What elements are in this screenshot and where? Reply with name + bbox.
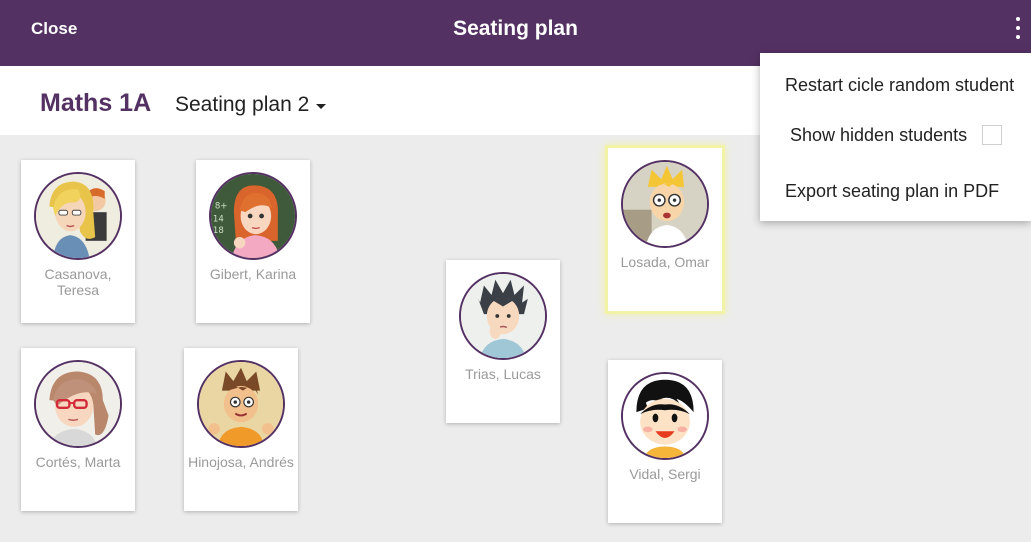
student-name: Cortés, Marta [35,454,121,470]
caret-down-icon [316,103,327,109]
student-card-trias[interactable]: Trias, Lucas [446,260,560,423]
student-avatar [621,372,709,460]
student-avatar [34,360,122,448]
seating-plan-label: Seating plan 2 [175,93,310,116]
student-name: Hinojosa, Andrés [188,454,294,470]
student-avatar [621,160,709,248]
class-name: Maths 1A [40,89,152,117]
svg-text:14: 14 [213,215,224,225]
more-options-icon[interactable] [1008,14,1028,42]
student-name: Losada, Omar [620,254,710,270]
svg-text:18: 18 [213,226,224,236]
page-title: Seating plan [453,17,578,40]
student-card-gibert[interactable]: 8+ 14 18 Gibert, Karina [196,160,310,323]
student-name: Vidal, Sergi [629,466,701,482]
student-name: Casanova, Teresa [44,266,112,298]
svg-text:8+: 8+ [215,201,228,211]
student-name: Trias, Lucas [465,366,541,382]
student-avatar [459,272,547,360]
seating-plan-select[interactable]: Seating plan 2 [175,92,327,118]
export-pdf-item[interactable]: Export seating plan in PDF [785,180,999,202]
options-menu: Restart cicle random student Show hidden… [760,53,1031,221]
student-card-cortes[interactable]: Cortés, Marta [21,348,135,511]
show-hidden-students-checkbox[interactable] [982,125,1002,145]
student-card-hinojosa[interactable]: Hinojosa, Andrés [184,348,298,511]
student-card-vidal[interactable]: Vidal, Sergi [608,360,722,523]
student-avatar: 8+ 14 18 [209,172,297,260]
student-name: Gibert, Karina [209,266,297,282]
student-card-casanova[interactable]: Casanova, Teresa [21,160,135,323]
student-avatar [34,172,122,260]
student-card-losada[interactable]: Losada, Omar [608,148,722,311]
show-hidden-students-item[interactable]: Show hidden students [790,124,967,146]
student-avatar [197,360,285,448]
restart-random-student-item[interactable]: Restart cicle random student [785,74,1014,96]
